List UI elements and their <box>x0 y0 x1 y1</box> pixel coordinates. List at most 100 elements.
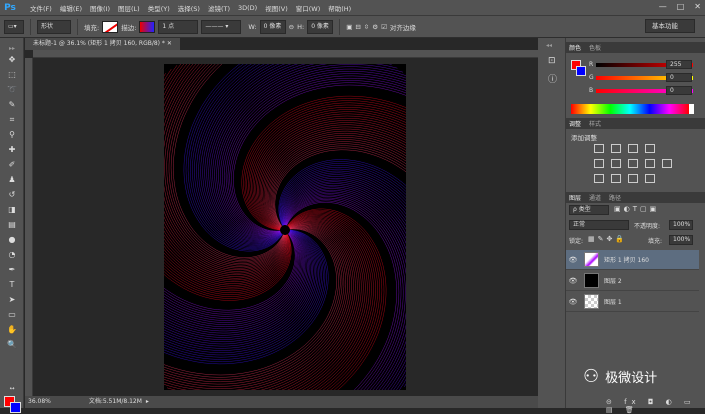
hue-saturation-icon[interactable] <box>611 159 621 168</box>
width-field[interactable]: 0 像素 <box>259 19 286 34</box>
path-operations-icon[interactable]: ▣ <box>346 23 352 31</box>
path-arrangement-icon[interactable]: ⇳ <box>364 23 369 31</box>
black-white-icon[interactable] <box>645 159 655 168</box>
history-brush-tool-icon[interactable]: ↺ <box>5 189 19 201</box>
align-edges-checkbox[interactable]: ☑ <box>381 23 387 31</box>
layer-filter-select[interactable]: ρ 类型 <box>569 205 609 215</box>
lock-icons[interactable]: ▦✎✥🔒 <box>588 235 627 243</box>
menu-select[interactable]: 选择(S) <box>174 3 204 13</box>
layer-name[interactable]: 图层 2 <box>604 276 622 285</box>
dodge-tool-icon[interactable]: ◔ <box>5 249 19 261</box>
hand-tool-icon[interactable]: ✋ <box>5 324 19 336</box>
eyedropper-tool-icon[interactable]: ⚲ <box>5 129 19 141</box>
layer-name[interactable]: 图层 1 <box>604 297 622 306</box>
eye-icon[interactable]: 👁 <box>566 256 580 264</box>
menu-image[interactable]: 图像(I) <box>86 3 114 13</box>
fill-swatch[interactable] <box>102 20 119 33</box>
rectangle-tool-icon[interactable]: ▭ <box>5 309 19 321</box>
healing-brush-tool-icon[interactable]: ✚ <box>5 144 19 156</box>
fill-field[interactable]: 100% <box>669 235 693 245</box>
spectrum-white-swatch[interactable] <box>689 104 694 114</box>
properties-panel-icon[interactable]: ⓘ <box>548 72 557 85</box>
tab-adjustments[interactable]: 调整 <box>569 119 581 128</box>
tab-color[interactable]: 颜色 <box>569 43 581 52</box>
menu-edit[interactable]: 编辑(E) <box>56 3 86 13</box>
posterize-icon[interactable] <box>611 174 621 183</box>
menu-filter[interactable]: 滤镜(T) <box>204 3 234 13</box>
curves-icon[interactable] <box>628 144 638 153</box>
minimize-button[interactable]: — <box>659 2 667 11</box>
document-tab[interactable]: 未标题-1 @ 36.1% (矩形 1 拷贝 160, RGB/8) * ✕ <box>25 38 180 50</box>
tab-channels[interactable]: 通道 <box>589 193 601 202</box>
link-icon[interactable]: ⊖ <box>289 23 294 31</box>
shape-mode-select[interactable]: 形状 <box>37 19 71 34</box>
history-panel-icon[interactable]: ⊡ <box>548 56 556 66</box>
layer-name[interactable]: 矩形 1 拷贝 160 <box>604 255 649 264</box>
maximize-button[interactable]: □ <box>677 2 685 11</box>
vibrance-icon[interactable] <box>594 159 604 168</box>
move-tool-icon[interactable]: ✥ <box>5 54 19 66</box>
document-size-info[interactable]: 文档:5.51M/8.12M <box>89 398 142 405</box>
menu-window[interactable]: 窗口(W) <box>292 3 325 13</box>
threshold-icon[interactable] <box>628 174 638 183</box>
type-tool-icon[interactable]: T <box>5 279 19 291</box>
eraser-tool-icon[interactable]: ◨ <box>5 204 19 216</box>
zoom-level[interactable]: 36.08% <box>28 398 51 405</box>
invert-icon[interactable] <box>594 174 604 183</box>
color-spectrum[interactable] <box>571 104 689 114</box>
color-panel-bg-swatch[interactable] <box>576 66 586 76</box>
lasso-tool-icon[interactable]: ➰ <box>5 84 19 96</box>
crop-tool-icon[interactable]: ⌗ <box>5 114 19 126</box>
brush-tool-icon[interactable]: ✐ <box>5 159 19 171</box>
levels-icon[interactable] <box>611 144 621 153</box>
document-canvas[interactable] <box>164 64 406 390</box>
menu-file[interactable]: 文件(F) <box>26 3 56 13</box>
clone-stamp-tool-icon[interactable]: ♟ <box>5 174 19 186</box>
layer-row[interactable]: 👁 图层 2 <box>566 271 699 291</box>
zoom-tool-icon[interactable]: 🔍 <box>5 339 19 351</box>
tab-paths[interactable]: 路径 <box>609 193 621 202</box>
swap-colors-icon[interactable]: ↔ <box>5 383 19 395</box>
path-select-tool-icon[interactable]: ➤ <box>5 294 19 306</box>
blend-mode-select[interactable]: 正常 <box>569 220 629 230</box>
close-button[interactable]: ✕ <box>694 2 701 11</box>
height-field[interactable]: 0 像素 <box>307 19 334 34</box>
photo-filter-icon[interactable] <box>662 159 672 168</box>
stroke-type-select[interactable]: ——— ▾ <box>201 19 242 34</box>
path-alignment-icon[interactable]: ⊟ <box>355 23 360 31</box>
gradient-map-icon[interactable] <box>645 174 655 183</box>
color-balance-icon[interactable] <box>628 159 638 168</box>
menu-3d[interactable]: 3D(D) <box>234 4 261 12</box>
eye-icon[interactable]: 👁 <box>566 298 580 306</box>
exposure-icon[interactable] <box>645 144 655 153</box>
layer-filter-icons[interactable]: ▣◐T▢▣ <box>614 205 659 213</box>
close-icon[interactable]: ✕ <box>167 40 172 47</box>
opacity-field[interactable]: 100% <box>669 220 693 230</box>
menu-help[interactable]: 帮助(H) <box>324 3 355 13</box>
marquee-tool-icon[interactable]: ⬚ <box>5 69 19 81</box>
pen-tool-icon[interactable]: ✒ <box>5 264 19 276</box>
layer-row[interactable]: 👁 图层 1 <box>566 292 699 312</box>
workspace-select[interactable]: 基本功能 <box>645 19 695 33</box>
layer-row-selected[interactable]: 👁 矩形 1 拷贝 160 <box>566 250 699 270</box>
stroke-swatch[interactable] <box>139 20 156 33</box>
blur-tool-icon[interactable]: ● <box>5 234 19 246</box>
gear-icon[interactable]: ⚙ <box>372 23 378 31</box>
green-value[interactable]: 0 <box>666 73 692 82</box>
tab-styles[interactable]: 样式 <box>589 119 601 128</box>
brightness-icon[interactable] <box>594 144 604 153</box>
red-value[interactable]: 255 <box>666 60 692 69</box>
layer-actions-toolbar[interactable]: ⊝ fx ◘ ◐ ▭ ▤ 🗑 <box>606 398 705 414</box>
eye-icon[interactable]: 👁 <box>566 277 580 285</box>
status-menu-icon[interactable]: ▸ <box>146 398 149 405</box>
gradient-tool-icon[interactable]: ▤ <box>5 219 19 231</box>
quick-select-tool-icon[interactable]: ✎ <box>5 99 19 111</box>
menu-layer[interactable]: 图层(L) <box>114 3 144 13</box>
tab-layers[interactable]: 图层 <box>569 193 581 202</box>
stroke-width-field[interactable]: 1 点 <box>158 19 199 34</box>
tab-swatches[interactable]: 色板 <box>589 43 601 52</box>
strip-collapse-icon[interactable]: ◂◂ <box>546 42 552 49</box>
tool-preset-picker[interactable]: ▭▾ <box>4 19 24 34</box>
menu-type[interactable]: 类型(Y) <box>144 3 174 13</box>
blue-value[interactable]: 0 <box>666 86 692 95</box>
